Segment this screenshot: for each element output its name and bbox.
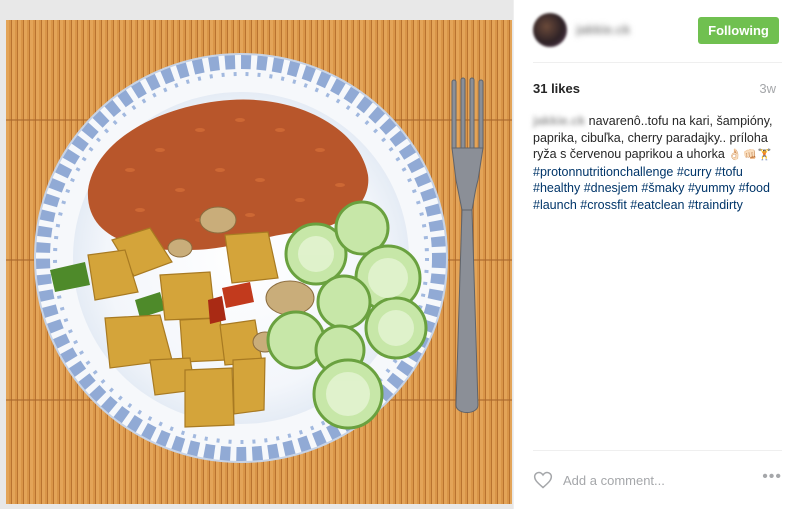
comment-input[interactable]	[563, 471, 743, 489]
caption-hashtags[interactable]: #protonnutritionchallenge #curry #tofu #…	[533, 165, 770, 212]
comment-divider	[533, 450, 782, 451]
caption-author[interactable]: jakkie.ck	[533, 114, 585, 128]
ellipsis-icon[interactable]: •••	[756, 468, 782, 488]
following-button[interactable]: Following	[698, 17, 779, 44]
post-details-panel: jakkie.ck Following 31 likes 3w jakkie.c…	[513, 0, 800, 509]
username[interactable]: jakkie.ck	[576, 22, 640, 36]
likes-count[interactable]: 31 likes	[533, 81, 580, 96]
caption-emoji: 👌🏻👊🏻🏋	[728, 149, 773, 161]
post-age[interactable]: 3w	[759, 81, 776, 96]
heart-outline-icon[interactable]	[533, 470, 553, 490]
header-divider	[533, 62, 782, 63]
avatar[interactable]	[533, 13, 567, 47]
comment-bar: •••	[533, 464, 782, 496]
post-header: jakkie.ck Following	[514, 0, 800, 62]
caption: jakkie.ck navarenô..tofu na kari, šampió…	[533, 113, 783, 213]
food-photo-illustration	[0, 0, 513, 509]
post-photo[interactable]	[0, 0, 513, 509]
